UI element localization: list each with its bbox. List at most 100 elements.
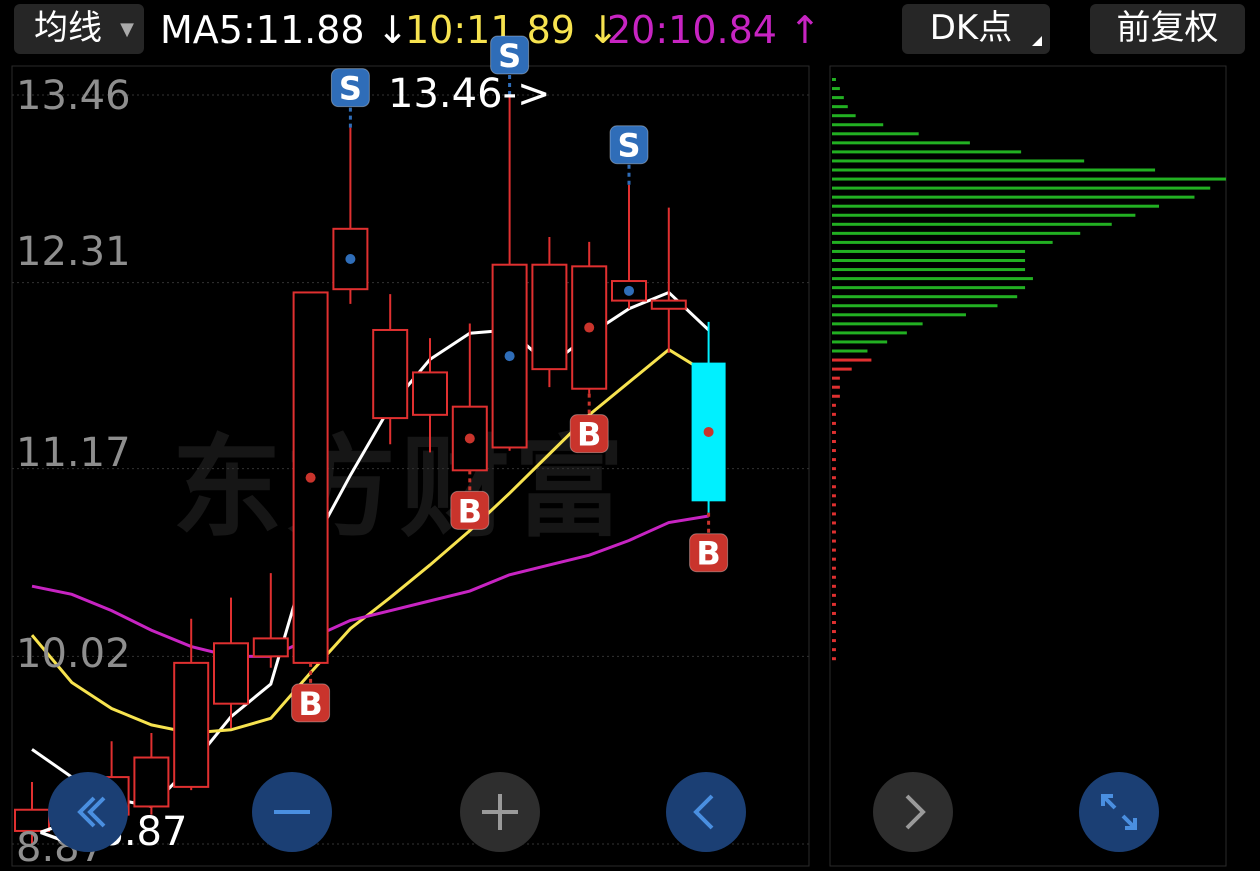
profile-bar-red: [832, 394, 840, 398]
profile-bar-red: [832, 385, 840, 389]
profile-bar-green: [832, 168, 1156, 172]
candle-body: [372, 328, 409, 420]
profile-bar-red: [832, 657, 836, 661]
expand-icon: [1101, 794, 1137, 830]
prev-icon: [693, 794, 714, 830]
y-tick-label: 11.17: [16, 430, 131, 476]
profile-bar-green: [832, 195, 1195, 199]
profile-bar-red: [832, 512, 836, 516]
profile-bar-green: [832, 240, 1053, 244]
candle-body: [213, 642, 249, 705]
profile-bar-green: [832, 123, 884, 127]
profile-bar-green: [832, 132, 919, 136]
profile-bar-green: [832, 222, 1112, 226]
profile-bar-green: [832, 96, 844, 100]
ma20-line: [31, 514, 709, 658]
main-chart-frame: [11, 65, 810, 867]
profile-bar-red: [832, 539, 836, 543]
profile-bar-red: [832, 503, 836, 507]
zoom-in-button[interactable]: [460, 772, 540, 852]
candle-up: [173, 618, 210, 791]
signal-letter: B: [577, 416, 601, 454]
signal-letter: B: [458, 492, 482, 530]
signal-letter: S: [498, 37, 521, 75]
profile-bar-green: [832, 114, 856, 118]
profile-bar-red: [832, 430, 836, 434]
signal-letter: B: [696, 535, 720, 573]
signal-dot: [345, 253, 356, 264]
profile-bar-green: [832, 186, 1211, 190]
signal-dot: [584, 322, 595, 333]
profile-bar-green: [832, 177, 1226, 181]
rewind-icon: [77, 796, 106, 828]
profile-bar-green: [832, 87, 840, 91]
zoom-in-icon: [482, 794, 518, 830]
rewind-button[interactable]: [48, 772, 128, 852]
profile-bar-red: [832, 621, 836, 624]
profile-bar-red: [832, 403, 836, 407]
ma10-line: [30, 347, 710, 735]
candle-body: [133, 756, 170, 808]
y-tick-label: 12.31: [16, 229, 131, 275]
profile-bar-red: [832, 639, 836, 643]
profile-bar-green: [832, 150, 1022, 154]
candle-up: [252, 573, 289, 668]
profile-bar-red: [832, 602, 836, 606]
profile-bar-green: [832, 105, 848, 109]
profile-bar-green: [832, 295, 1018, 299]
profile-bar-red: [832, 476, 836, 480]
y-tick-label: 13.46: [16, 73, 131, 119]
profile-bar-red: [832, 593, 836, 597]
profile-bar-green: [832, 159, 1085, 163]
signal-letter: S: [617, 127, 640, 165]
profile-bar-red: [832, 530, 836, 534]
profile-bar-green: [832, 304, 998, 308]
prev-button[interactable]: [666, 772, 746, 852]
zoom-out-icon: [274, 810, 310, 814]
profile-bar-red: [832, 412, 836, 416]
profile-bar-red: [832, 575, 836, 579]
profile-bar-red: [832, 557, 836, 561]
profile-bar-green: [832, 204, 1160, 208]
candle-down: [691, 321, 726, 513]
candle-up: [650, 207, 687, 353]
profile-bar-red: [832, 449, 836, 453]
profile-bar-green: [832, 259, 1026, 262]
candle-up: [571, 241, 608, 394]
profile-bar-red: [832, 421, 836, 425]
profile-bar-green: [832, 268, 1026, 272]
expand-button[interactable]: [1079, 772, 1159, 852]
profile-bar-red: [832, 494, 836, 498]
candle-up: [332, 127, 369, 304]
kline-chart[interactable]: S S S B B B B: [0, 0, 1260, 871]
profile-bar-red: [832, 630, 836, 634]
zoom-out-button[interactable]: [252, 772, 332, 852]
signal-dot: [624, 285, 634, 296]
profile-bar-green: [832, 340, 888, 344]
profile-bar-red: [832, 548, 836, 552]
high-price-marker: 13.46->: [388, 71, 551, 117]
profile-bar-red: [832, 440, 836, 443]
y-tick-label: 10.02: [16, 631, 131, 677]
profile-bar-green: [832, 78, 836, 81]
profile-bar-red: [832, 376, 840, 380]
candle-body: [531, 263, 568, 371]
candle-body: [650, 299, 687, 310]
candle-up: [531, 236, 568, 388]
profile-bar-green: [832, 277, 1033, 281]
profile-bar-red: [832, 611, 836, 615]
profile-bar-green: [832, 231, 1081, 235]
profile-bar-green: [832, 286, 1026, 290]
signal-dot: [703, 426, 714, 437]
profile-frame: [829, 65, 1227, 867]
signal-letter: S: [339, 70, 362, 108]
next-icon: [905, 794, 926, 830]
profile-bar-green: [832, 331, 907, 335]
profile-bar-red: [832, 467, 836, 471]
profile-bar-green: [832, 349, 868, 353]
next-button[interactable]: [873, 772, 953, 852]
profile-bar-red: [832, 648, 836, 652]
profile-bar-red: [832, 521, 836, 525]
profile-bar-green: [832, 141, 970, 145]
profile-bar-red: [832, 458, 836, 462]
